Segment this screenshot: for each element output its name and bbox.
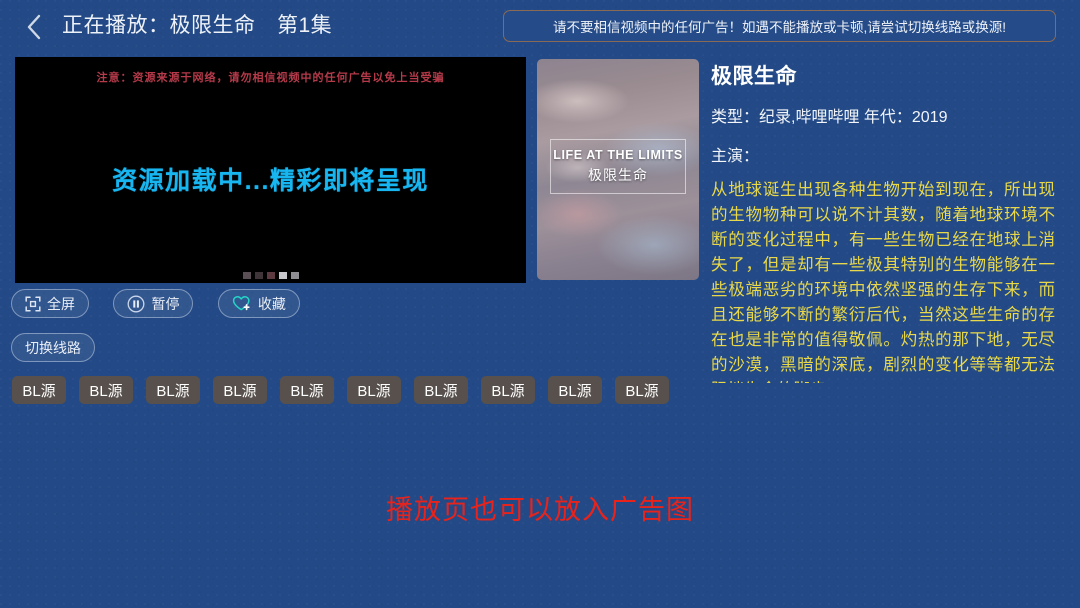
player-controls: 全屏 暂停 收藏 — [11, 289, 320, 318]
source-tag[interactable]: BL源 — [347, 376, 401, 404]
favorite-button-label: 收藏 — [257, 295, 286, 312]
pause-button-label: 暂停 — [151, 295, 180, 312]
poster-title-cn: 极限生命 — [587, 166, 648, 183]
switch-route-label: 切换线路 — [25, 339, 81, 356]
media-title: 极限生命 — [711, 65, 797, 88]
poster-title-box: LIFE AT THE LIMITS 极限生命 — [549, 138, 687, 194]
source-tag[interactable]: BL源 — [146, 376, 200, 404]
media-meta: 类型：纪录,哔哩哔哩 年代：2019 — [711, 109, 948, 126]
poster-thumbnail[interactable]: LIFE AT THE LIMITS 极限生命 — [537, 59, 699, 280]
source-tag[interactable]: BL源 — [615, 376, 669, 404]
source-tag[interactable]: BL源 — [548, 376, 602, 404]
poster-title-en: LIFE AT THE LIMITS — [553, 147, 683, 162]
fullscreen-button[interactable]: 全屏 — [11, 289, 89, 318]
loading-indicator — [15, 267, 526, 283]
player-loading-text: 资源加载中...精彩即将呈现 — [112, 167, 429, 195]
chevron-left-icon — [27, 14, 41, 40]
pause-icon — [127, 295, 145, 313]
warning-banner: 请不要相信视频中的任何广告！如遇不能播放或卡顿,请尝试切换线路或换源! — [503, 10, 1056, 42]
source-tag[interactable]: BL源 — [280, 376, 334, 404]
heart-plus-icon — [232, 295, 252, 312]
switch-route-button[interactable]: 切换线路 — [11, 333, 95, 362]
pause-button[interactable]: 暂停 — [113, 289, 194, 318]
source-tag[interactable]: BL源 — [414, 376, 468, 404]
fullscreen-icon — [25, 295, 41, 312]
favorite-button[interactable]: 收藏 — [217, 289, 300, 318]
page-title: 正在播放：极限生命 第1集 — [62, 14, 333, 37]
media-info-panel: 极限生命 类型：纪录,哔哩哔哩 年代：2019 主演： 从地球诞生出现各种生物开… — [711, 60, 1055, 383]
media-cast: 主演： — [711, 148, 760, 165]
source-tag-list: BL源 BL源 BL源 BL源 BL源 BL源 BL源 BL源 BL源 BL源 — [12, 376, 712, 404]
ad-placeholder-text: 播放页也可以放入广告图 — [386, 495, 694, 525]
route-row: 切换线路 — [11, 333, 95, 362]
back-button[interactable] — [16, 10, 52, 44]
poster-cloud — [593, 213, 699, 276]
player-notice-text: 注意：资源来源于网络，请勿相信视频中的任何广告以免上当受骗 — [96, 72, 445, 84]
source-tag[interactable]: BL源 — [213, 376, 267, 404]
source-tag[interactable]: BL源 — [79, 376, 133, 404]
poster-cloud — [537, 76, 635, 126]
source-tag[interactable]: BL源 — [481, 376, 535, 404]
top-header: 正在播放：极限生命 第1集 请不要相信视频中的任何广告！如遇不能播放或卡顿,请尝… — [0, 0, 1080, 52]
warning-banner-text: 请不要相信视频中的任何广告！如遇不能播放或卡顿,请尝试切换线路或换源! — [552, 20, 1006, 35]
media-description: 从地球诞生出现各种生物开始到现在，所出现的生物物种可以说不计其数，随着地球环境不… — [711, 181, 1055, 383]
video-player[interactable]: 注意：资源来源于网络，请勿相信视频中的任何广告以免上当受骗 资源加载中...精彩… — [15, 57, 526, 283]
fullscreen-button-label: 全屏 — [47, 295, 75, 312]
source-tag[interactable]: BL源 — [12, 376, 66, 404]
